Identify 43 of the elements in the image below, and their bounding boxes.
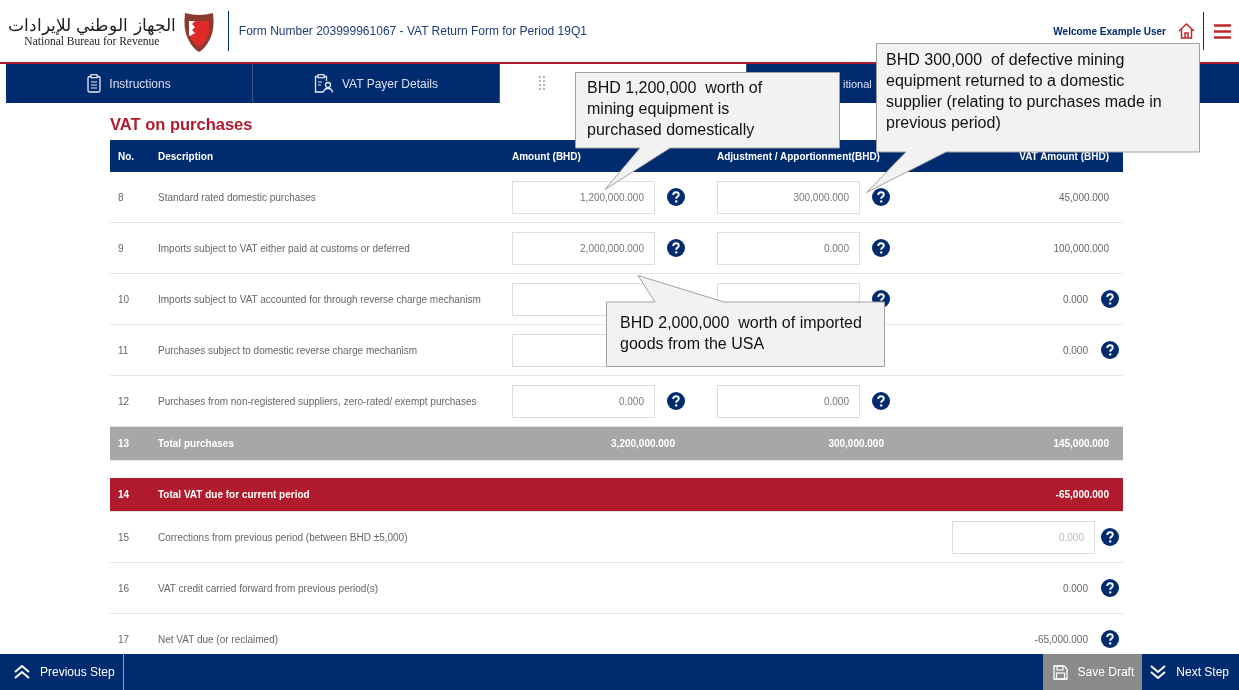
logo-english-text: National Bureau for Revenue: [24, 35, 160, 47]
row-number: 11: [118, 344, 129, 356]
vat-amount: 45,000.000: [1058, 191, 1109, 203]
total-amount: 3,200,000.000: [610, 438, 675, 449]
total-adjustment: 300,000.000: [827, 438, 884, 449]
column-header: VAT Amount (BHD): [1019, 150, 1109, 162]
column-header: Amount (BHD): [512, 150, 581, 162]
callout-text: BHD 2,000,000 worth of imported goods from the USA: [620, 313, 863, 354]
row-description: Imports subject to VAT accounted for through reverse charge mechanism: [158, 293, 481, 305]
callout-text: BHD 300,000 of defective mining equipment returned to a domestic supplier (relating to purchases made in previous period): [886, 50, 1163, 133]
vat-value: 0.000: [1062, 582, 1088, 594]
row-description: Purchases from non-registered suppliers, zero-rated/ exempt purchases: [158, 395, 477, 407]
welcome-text: Welcome Example User: [1053, 25, 1166, 37]
vat-amount: 0.000: [1062, 293, 1088, 305]
total-vat: 145,000.000: [1053, 438, 1109, 449]
vat-value: -65,000.000: [1034, 633, 1088, 645]
row-description: Net VAT due (or reclaimed): [158, 633, 279, 645]
column-header: Adjustment / Apportionment(BHD): [717, 150, 880, 162]
vat-due-value: -65,000.000: [1055, 489, 1109, 500]
form-title: Form Number 203999961067 - VAT Return Form for Period 19Q1: [238, 24, 587, 38]
logo-arabic-text: الجهاز الوطني للإيرادات: [8, 15, 176, 35]
row-number: 9: [118, 242, 124, 254]
row-number: 12: [118, 395, 130, 407]
vat-amount: 100,000.000: [1053, 242, 1109, 254]
row-description: VAT credit carried forward from previous period(s): [158, 582, 379, 594]
row-number: 8: [118, 191, 124, 203]
row-description: Purchases subject to domestic reverse charge mechanism: [158, 344, 417, 356]
vat-amount: 0.000: [1062, 344, 1088, 356]
row-number: 14: [118, 489, 130, 500]
callout-text: BHD 1,200,000 worth of mining equipment is purchased domestically: [587, 78, 764, 140]
row-number: 10: [118, 293, 130, 305]
row-description: Total VAT due for current period: [158, 489, 310, 500]
row-description: Corrections from previous period (between BHD ±5,000): [158, 531, 408, 543]
row-description: Imports subject to VAT either paid at customs or deferred: [158, 242, 410, 254]
column-header: No.: [118, 150, 135, 162]
column-header: Description: [158, 150, 213, 162]
row-description: Standard rated domestic purchases: [158, 191, 316, 203]
row-number: 16: [118, 582, 130, 594]
row-number: 17: [118, 633, 130, 645]
row-description: Total purchases: [158, 438, 234, 449]
row-number: 15: [118, 531, 130, 543]
row-number: 13: [118, 438, 130, 449]
section-title: VAT on purchases: [110, 115, 253, 134]
